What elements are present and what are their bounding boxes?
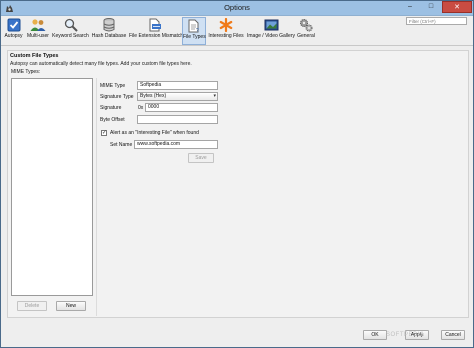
signature-prefix: 0x [138,105,144,111]
chevron-down-icon: ▾ [213,93,216,99]
svg-text:?: ? [196,28,199,33]
title-bar: Options – □ ✕ [1,1,473,16]
tab-file-types[interactable]: ? File Types [182,17,206,45]
tab-image-video-gallery[interactable]: Image / Video Gallery [247,17,295,45]
section-title: Custom File Types [10,53,59,59]
mime-types-list[interactable] [11,78,93,296]
tab-interesting-files[interactable]: Interesting Files [207,17,245,45]
tab-label: Multi-user [27,33,49,39]
tab-autopsy[interactable]: Autopsy [3,17,24,45]
byte-offset-label: Byte Offset [100,117,125,123]
file-mismatch-icon [149,18,161,32]
asterisk-icon [219,18,233,32]
alert-checkbox[interactable]: ✓ [101,130,107,136]
file-types-icon: ? [188,19,199,33]
tab-file-extension-mismatch[interactable]: File Extension Mismatch [129,17,184,45]
section-description: Autopsy can automatically detect many fi… [10,61,192,67]
tab-label: File Extension Mismatch [129,33,184,39]
set-name-field[interactable]: www.softpedia.com [134,140,218,149]
softpedia-watermark: SOFTPEDIA [386,332,425,338]
database-icon [103,18,115,32]
gears-icon [300,19,313,32]
maximize-button[interactable]: □ [421,1,441,13]
tab-label: Keyword Search [52,33,89,39]
signature-type-select[interactable]: Bytes (Hex) ▾ [137,92,218,101]
tab-label: File Types [183,34,206,40]
tab-multi-user[interactable]: Multi-user [26,17,50,45]
autopsy-check-icon [7,18,20,32]
options-category-toolbar: Autopsy Multi-user Keyword Search Hash D… [1,16,473,46]
tab-label: Hash Database [91,33,127,39]
tab-label: Autopsy [4,33,23,39]
delete-button[interactable]: Delete [17,301,47,311]
filter-input[interactable]: Filter (Ctrl+F) [406,17,467,25]
alert-checkbox-label: Alert as an "Interesting File" when foun… [110,130,199,136]
set-name-label: Set Name [110,142,133,148]
users-icon [30,19,46,31]
mime-type-field[interactable]: Softpedia [137,81,218,90]
panel-divider [96,78,97,316]
minimize-button[interactable]: – [400,1,420,13]
signature-field[interactable]: 0000 [145,103,218,112]
mime-types-label: MIME Types: [11,69,41,75]
new-button[interactable]: New [56,301,86,311]
tab-label: General [297,33,315,39]
gallery-icon [264,19,278,31]
signature-type-label: Signature Type [100,94,134,100]
magnifier-icon [64,18,78,32]
signature-type-value: Bytes (Hex) [140,93,167,99]
ok-button[interactable]: OK [363,330,387,340]
tab-label: Image / Video Gallery [247,33,295,39]
tab-label: Interesting Files [208,33,244,39]
tab-hash-database[interactable]: Hash Database [90,17,128,45]
tab-general[interactable]: General [296,17,316,45]
close-button[interactable]: ✕ [442,1,472,13]
cancel-button[interactable]: Cancel [441,330,465,340]
tab-keyword-search[interactable]: Keyword Search [52,17,89,45]
mime-type-label: MIME Type [100,83,126,89]
signature-label: Signature [100,105,122,111]
save-button[interactable]: Save [188,153,214,163]
options-window: Options – □ ✕ Autopsy Multi-user Keyword… [0,0,474,348]
byte-offset-field[interactable] [137,115,218,124]
